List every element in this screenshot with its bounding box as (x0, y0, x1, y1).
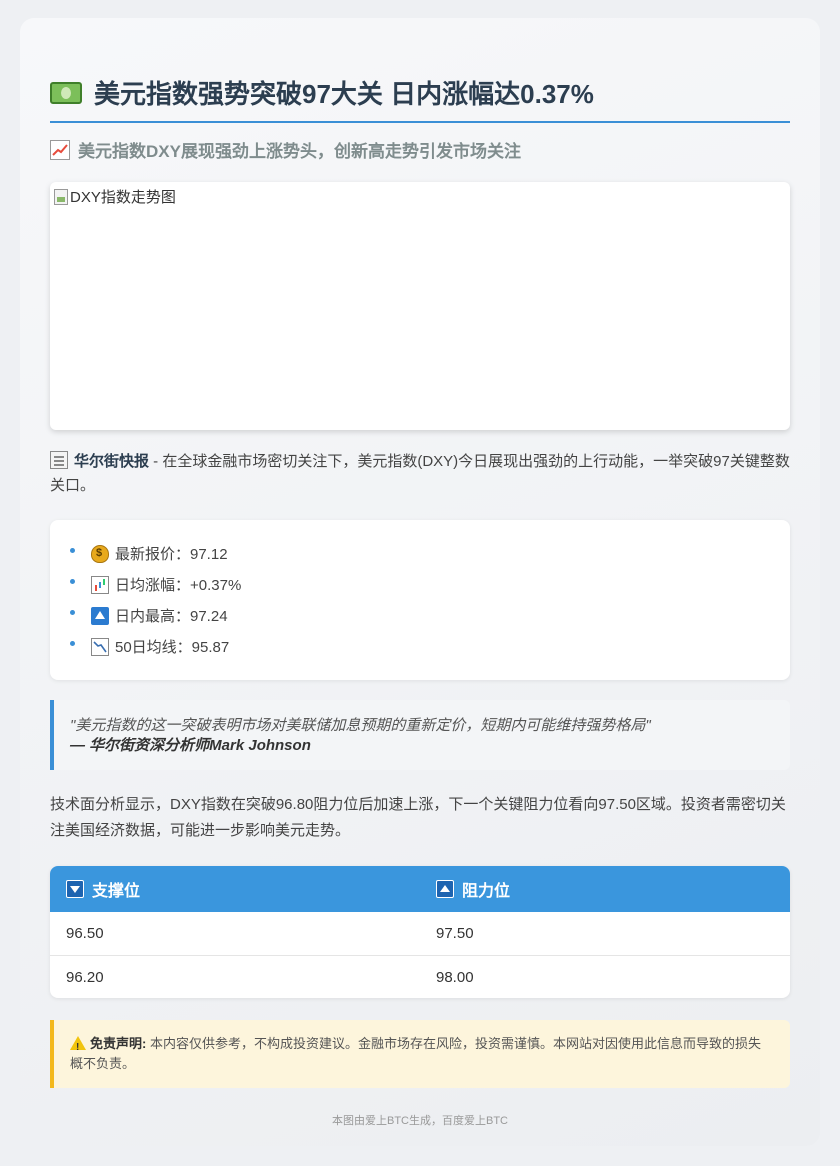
resistance-header-label: 阻力位 (462, 883, 511, 900)
down-trend-chart-icon (91, 637, 109, 656)
bar-chart-icon (91, 575, 109, 594)
stats-list: 最新报价：97.12 日均涨幅：+0.37% 日内最高：97.24 50日均线：… (50, 520, 790, 680)
subtitle-row: 美元指数DXY展现强劲上涨势头，创新高走势引发市场关注 (50, 137, 790, 162)
footer-credit: 本图由爱上BTC生成，百度爱上BTC (332, 1115, 508, 1127)
analyst-quote: "美元指数的这一突破表明市场对美联储加息预期的重新定价，短期内可能维持强势格局"… (50, 700, 790, 770)
article-card: 美元指数强势突破97大关 日内涨幅达0.37% 美元指数DXY展现强劲上涨势头，… (20, 18, 820, 1146)
bullet (70, 610, 75, 615)
stat-item-price: 最新报价：97.12 (70, 538, 770, 569)
intro-text: - 在全球金融市场密切关注下，美元指数(DXY)今日展现出强劲的上行动能，一举突… (50, 453, 790, 494)
disclaimer-box: 免责声明: 本内容仅供参考，不构成投资建议。金融市场存在风险，投资需谨慎。本网站… (50, 1020, 790, 1088)
money-icon (50, 81, 82, 104)
levels-table-header: 支撑位 阻力位 (50, 866, 790, 912)
money-bag-icon (91, 544, 109, 563)
up-arrow-icon (436, 880, 454, 898)
resistance-cell: 98.00 (436, 968, 474, 986)
analysis-paragraph: 技术面分析显示，DXY指数在突破96.80阻力位后加速上涨，下一个关键阻力位看向… (50, 796, 786, 839)
table-row: 96.20 98.00 (50, 955, 790, 998)
stat-label: 50日均线：95.87 (115, 639, 230, 656)
up-arrow-icon (91, 606, 109, 625)
warning-icon (70, 1036, 86, 1058)
down-arrow-icon (66, 880, 84, 898)
intro-paragraph: 华尔街快报 - 在全球金融市场密切关注下，美元指数(DXY)今日展现出强劲的上行… (50, 450, 790, 498)
levels-table: 支撑位 阻力位 96.50 97.50 96.20 98.00 (50, 866, 790, 998)
support-cell: 96.50 (66, 925, 104, 942)
quote-text: "美元指数的这一突破表明市场对美联储加息预期的重新定价，短期内可能维持强势格局" (70, 717, 651, 734)
stat-item-high: 日内最高：97.24 (70, 600, 770, 631)
chart-image: DXY指数走势图 (50, 182, 790, 430)
broken-image-placeholder: DXY指数走势图 (54, 186, 786, 207)
broken-image-icon (54, 188, 68, 205)
stat-label: 日均涨幅：+0.37% (115, 577, 242, 594)
news-source: 华尔街快报 (74, 453, 150, 470)
chart-up-icon (50, 139, 70, 160)
support-header-label: 支撑位 (92, 883, 141, 900)
stat-label: 最新报价：97.12 (115, 546, 228, 563)
support-header: 支撑位 (50, 877, 420, 901)
disclaimer-text: 本内容仅供参考，不构成投资建议。金融市场存在风险，投资需谨慎。本网站对因使用此信… (70, 1036, 761, 1071)
page-subtitle: 美元指数DXY展现强劲上涨势头，创新高走势引发市场关注 (78, 142, 521, 161)
stat-label: 日内最高：97.24 (115, 608, 228, 625)
stat-item-change: 日均涨幅：+0.37% (70, 569, 770, 600)
bullet (70, 641, 75, 646)
bullet (70, 548, 75, 553)
page-title: 美元指数强势突破97大关 日内涨幅达0.37% (94, 79, 594, 109)
disclaimer-label: 免责声明: (90, 1036, 147, 1051)
resistance-cell: 97.50 (436, 925, 474, 942)
bullet (70, 579, 75, 584)
quote-author: — 华尔街资深分析师Mark Johnson (70, 737, 311, 754)
stat-item-ma50: 50日均线：95.87 (70, 631, 770, 662)
newspaper-icon (50, 451, 68, 469)
title-row: 美元指数强势突破97大关 日内涨幅达0.37% (50, 74, 790, 123)
image-alt-text: DXY指数走势图 (70, 189, 176, 206)
resistance-header: 阻力位 (420, 877, 790, 901)
support-cell: 96.20 (66, 968, 104, 986)
table-row: 96.50 97.50 (50, 912, 790, 955)
